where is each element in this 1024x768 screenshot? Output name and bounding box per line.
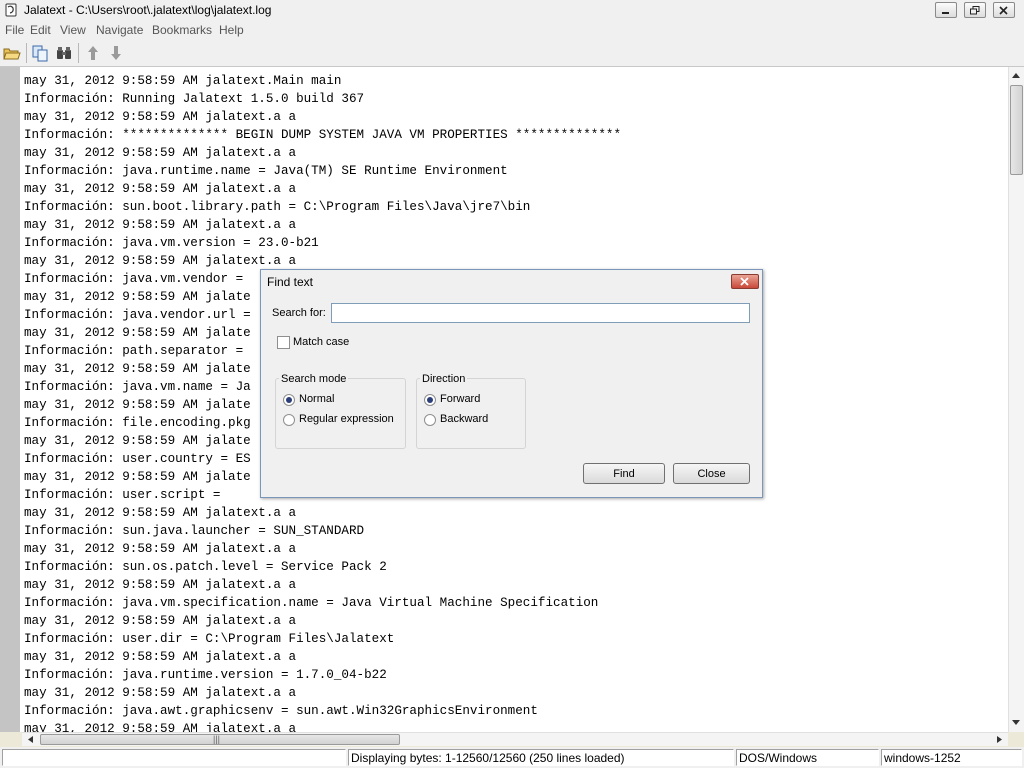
menu-bar: File Edit View Navigate Bookmarks Help bbox=[0, 21, 1024, 39]
find-button[interactable] bbox=[54, 43, 74, 63]
text-line: Información: ************** BEGIN DUMP S… bbox=[24, 128, 622, 142]
status-bytes: Displaying bytes: 1-12560/12560 (250 lin… bbox=[348, 749, 734, 766]
menu-navigate[interactable]: Navigate bbox=[96, 23, 143, 37]
text-line: Información: user.dir = C:\Program Files… bbox=[24, 632, 395, 646]
horizontal-scrollbar[interactable]: ||| bbox=[22, 732, 1008, 746]
text-line: may 31, 2012 9:58:59 AM jalatext.a a bbox=[24, 614, 297, 628]
text-line: may 31, 2012 9:58:59 AM jalatext.a a bbox=[24, 650, 297, 664]
text-line: Información: sun.java.launcher = SUN_STA… bbox=[24, 524, 365, 538]
text-line: may 31, 2012 9:58:59 AM jalatext.a a bbox=[24, 254, 297, 268]
search-mode-normal-radio[interactable] bbox=[283, 394, 295, 406]
text-line: Información: java.awt.graphicsenv = sun.… bbox=[24, 704, 538, 718]
text-line: may 31, 2012 9:58:59 AM jalatext.a a bbox=[24, 578, 297, 592]
copy-icon bbox=[32, 45, 48, 62]
scroll-down-icon[interactable] bbox=[1009, 715, 1023, 729]
restore-icon bbox=[970, 6, 980, 15]
title-bar: Jalatext - C:\Users\root\.jalatext\log\j… bbox=[0, 0, 1024, 22]
copy-button[interactable] bbox=[30, 43, 50, 63]
line-gutter bbox=[0, 67, 20, 732]
text-line: Información: java.vm.version = 23.0-b21 bbox=[24, 236, 319, 250]
toolbar bbox=[0, 39, 1024, 67]
direction-backward-label: Backward bbox=[440, 413, 489, 425]
binoculars-icon bbox=[57, 47, 71, 59]
menu-bookmarks[interactable]: Bookmarks bbox=[152, 23, 212, 37]
search-mode-regex-label: Regular expression bbox=[299, 413, 394, 425]
vertical-scrollbar[interactable] bbox=[1008, 67, 1024, 732]
scroll-right-icon[interactable] bbox=[992, 733, 1006, 747]
text-line: Información: sun.boot.library.path = C:\… bbox=[24, 200, 531, 214]
scroll-up-icon[interactable] bbox=[1009, 69, 1023, 83]
close-window-button[interactable] bbox=[993, 2, 1015, 18]
text-line: may 31, 2012 9:58:59 AM jalatext.a a bbox=[24, 146, 297, 160]
toolbar-separator bbox=[26, 43, 27, 63]
text-line: may 31, 2012 9:58:59 AM jalatext.a a bbox=[24, 218, 297, 232]
direction-backward-radio[interactable] bbox=[424, 414, 436, 426]
menu-view[interactable]: View bbox=[60, 23, 86, 37]
text-line: Información: Running Jalatext 1.5.0 buil… bbox=[24, 92, 365, 106]
text-line: may 31, 2012 9:58:59 AM jalatext.a a bbox=[24, 542, 297, 556]
menu-file[interactable]: File bbox=[5, 23, 24, 37]
window-title: Jalatext - C:\Users\root\.jalatext\log\j… bbox=[24, 3, 272, 17]
direction-title: Direction bbox=[420, 373, 468, 385]
toolbar-separator bbox=[78, 43, 79, 63]
dialog-title: Find text bbox=[267, 275, 314, 289]
arrow-down-icon bbox=[111, 46, 121, 60]
vertical-scroll-thumb[interactable] bbox=[1010, 85, 1023, 175]
find-submit-button[interactable]: Find bbox=[583, 463, 665, 484]
text-line: Información: java.runtime.name = Java(TM… bbox=[24, 164, 508, 178]
previous-button[interactable] bbox=[83, 43, 103, 63]
status-encoding[interactable]: windows-1252 bbox=[881, 749, 1022, 766]
search-mode-title: Search mode bbox=[279, 373, 349, 385]
text-line: Información: java.runtime.version = 1.7.… bbox=[24, 668, 387, 682]
text-line: Información: java.vm.specification.name … bbox=[24, 596, 599, 610]
notepad-icon bbox=[5, 3, 17, 17]
dialog-close-button[interactable] bbox=[731, 274, 759, 289]
close-dialog-button[interactable]: Close bbox=[673, 463, 750, 484]
search-label: Search for: bbox=[272, 307, 326, 319]
status-bar: Displaying bytes: 1-12560/12560 (250 lin… bbox=[0, 747, 1024, 768]
search-mode-normal-label: Normal bbox=[299, 393, 335, 405]
search-input[interactable] bbox=[331, 303, 750, 323]
search-mode-regex-radio[interactable] bbox=[283, 414, 295, 426]
match-case-label: Match case bbox=[293, 336, 350, 348]
find-dialog: Find text Search for: Match case Search … bbox=[260, 269, 763, 498]
open-folder-icon bbox=[3, 48, 21, 60]
grip-icon: ||| bbox=[213, 734, 221, 744]
next-button[interactable] bbox=[106, 43, 126, 63]
minimize-icon bbox=[942, 12, 949, 14]
arrow-up-icon bbox=[88, 46, 98, 60]
menu-help[interactable]: Help bbox=[219, 23, 244, 37]
close-icon bbox=[999, 6, 1008, 15]
text-line: may 31, 2012 9:58:59 AM jalatext.Main ma… bbox=[24, 74, 342, 88]
status-message bbox=[2, 749, 346, 766]
scroll-left-icon[interactable] bbox=[24, 733, 38, 747]
direction-forward-label: Forward bbox=[440, 393, 481, 405]
direction-forward-radio[interactable] bbox=[424, 394, 436, 406]
close-icon bbox=[740, 277, 749, 286]
horizontal-scroll-thumb[interactable]: ||| bbox=[40, 734, 400, 745]
text-line: may 31, 2012 9:58:59 AM jalatext.a a bbox=[24, 182, 297, 196]
menu-edit[interactable]: Edit bbox=[30, 23, 51, 37]
restore-button[interactable] bbox=[964, 2, 986, 18]
text-line: may 31, 2012 9:58:59 AM jalatext.a a bbox=[24, 686, 297, 700]
text-line: may 31, 2012 9:58:59 AM jalatext.a a bbox=[24, 506, 297, 520]
match-case-checkbox[interactable] bbox=[277, 336, 290, 349]
minimize-button[interactable] bbox=[935, 2, 957, 18]
open-button[interactable] bbox=[2, 43, 22, 63]
status-line-endings[interactable]: DOS/Windows bbox=[736, 749, 879, 766]
text-line: may 31, 2012 9:58:59 AM jalatext.a a bbox=[24, 110, 297, 124]
text-line: may 31, 2012 9:58:59 AM jalatext.a a bbox=[24, 722, 297, 732]
text-line: Información: sun.os.patch.level = Servic… bbox=[24, 560, 387, 574]
